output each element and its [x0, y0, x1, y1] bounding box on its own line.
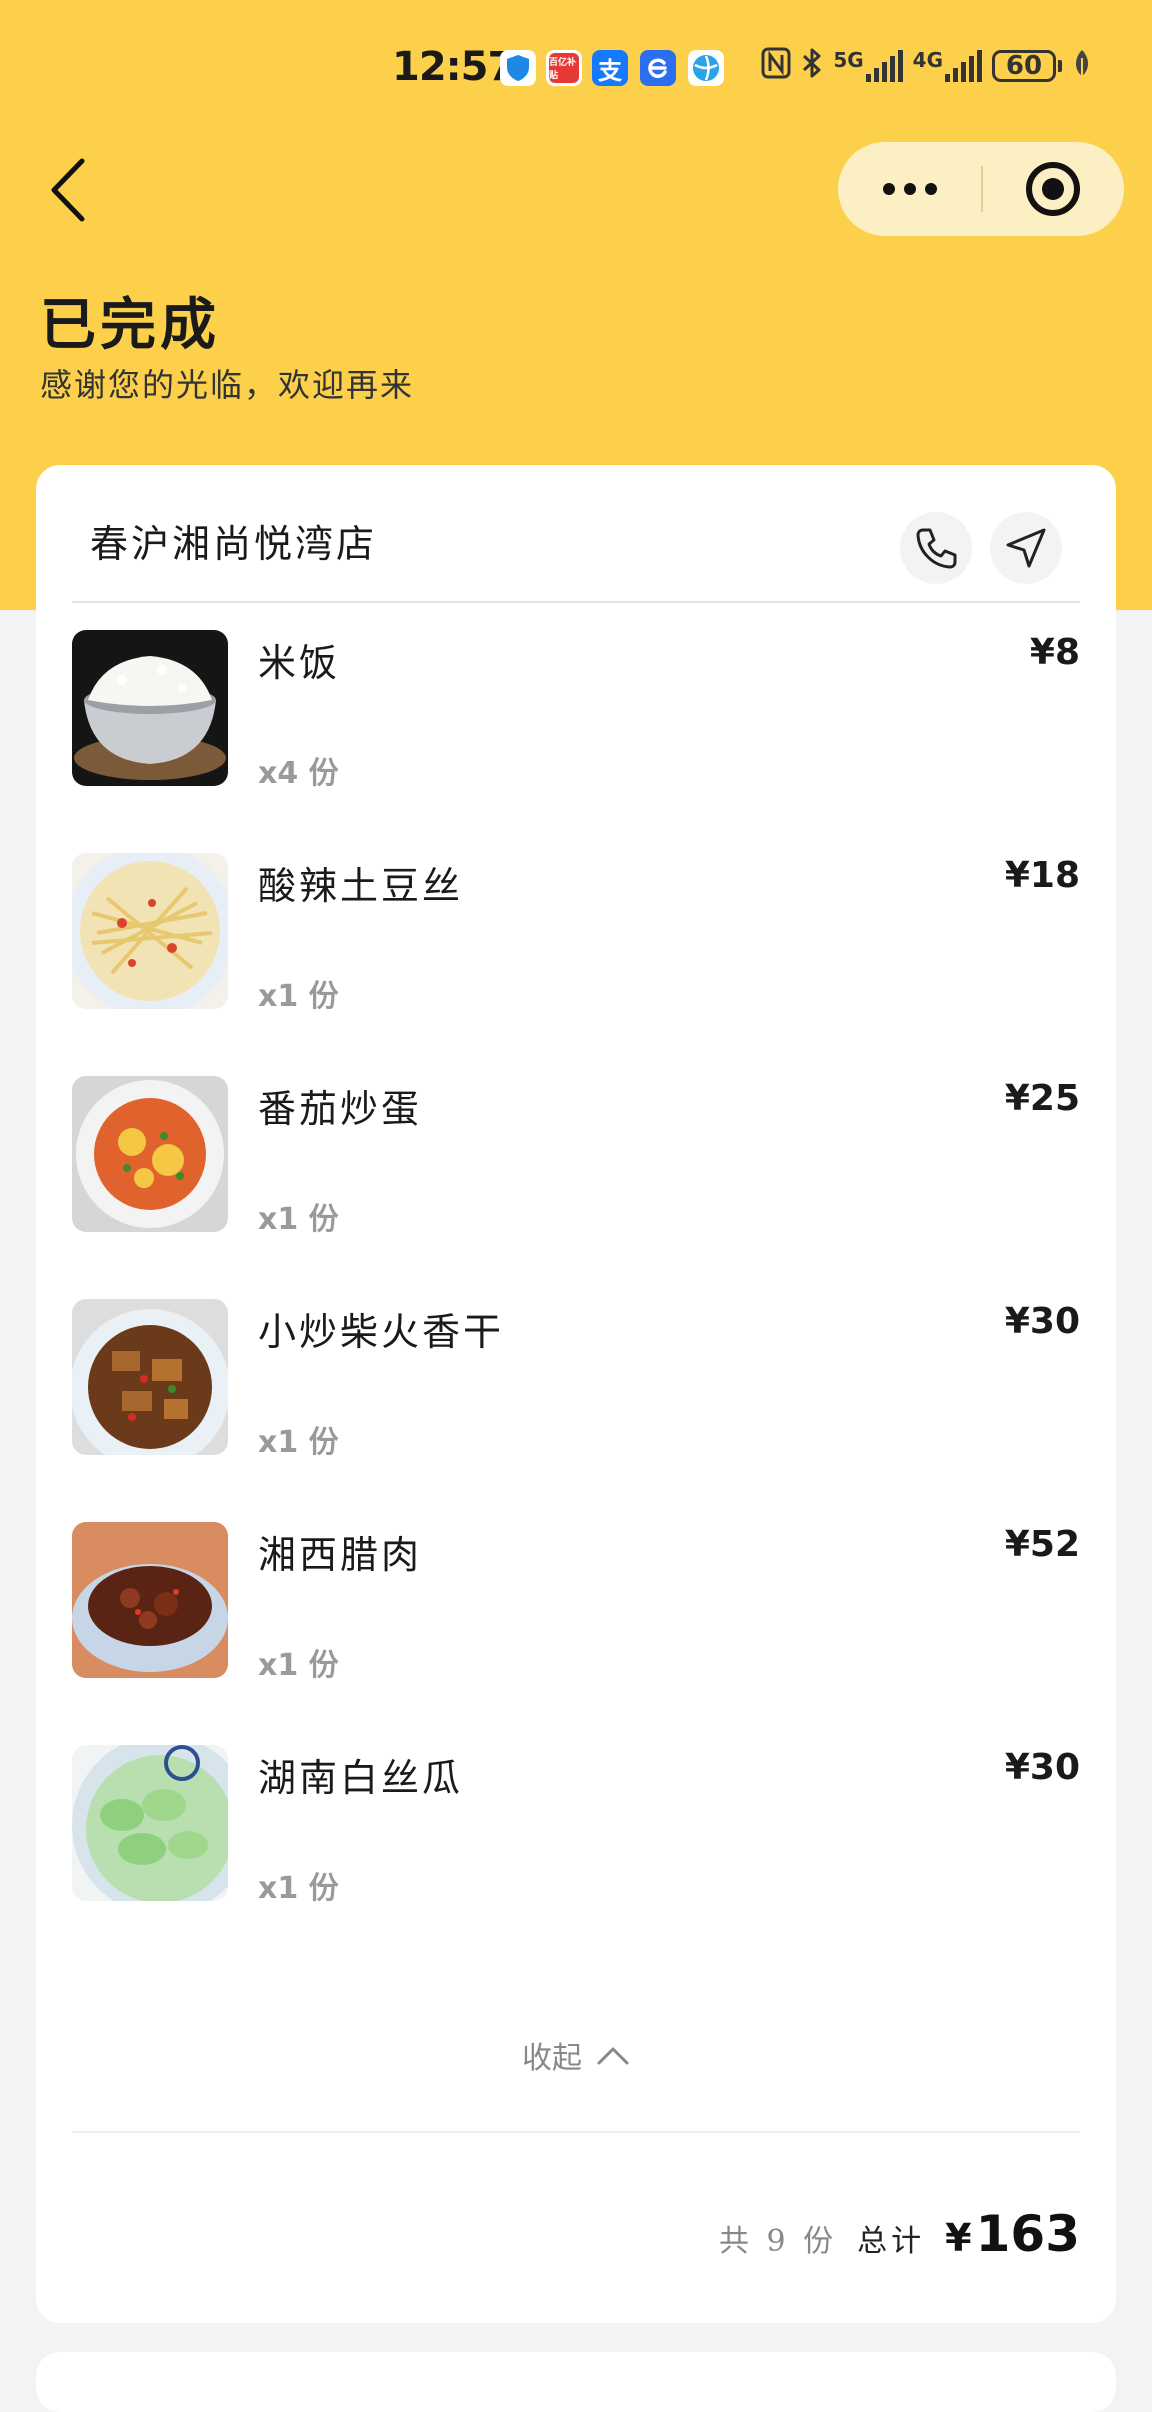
item-name: 湖南白丝瓜	[258, 1756, 464, 1800]
dried-tofu-thumbnail	[72, 1299, 228, 1455]
collapse-button[interactable]: 收起	[36, 2025, 1116, 2085]
taobao-app-icon: 百亿补贴	[546, 50, 582, 86]
rice-thumbnail	[72, 630, 228, 786]
status-indicators: 5G 4G 60	[761, 44, 1092, 88]
loofah-thumbnail	[72, 1745, 228, 1901]
order-card: 春沪湘尚悦湾店 米饭 x4 份 ¥8 酸辣土豆丝 x1 份 ¥18 番茄炒蛋 x…	[36, 465, 1116, 2323]
next-card	[36, 2352, 1116, 2412]
item-quantity: x1 份	[258, 1425, 339, 1460]
order-item[interactable]: 番茄炒蛋 x1 份 ¥25	[72, 1076, 1080, 1237]
call-store-button[interactable]	[900, 512, 972, 584]
total-value: 163	[975, 2205, 1080, 2263]
total-currency: ¥	[945, 2216, 972, 2260]
alipay-app-icon: 支	[592, 50, 628, 86]
more-button[interactable]	[838, 142, 981, 236]
order-item[interactable]: 米饭 x4 份 ¥8	[72, 630, 1080, 791]
taobao-app-icon-text: 百亿补贴	[549, 53, 579, 83]
tomato-egg-thumbnail	[72, 1076, 228, 1232]
order-status-title: 已完成	[40, 292, 220, 358]
total-amount: ¥163	[945, 2205, 1080, 2263]
status-bar: 12:57 百亿补贴 支 5G 4G 60	[0, 0, 1152, 140]
item-name: 小炒柴火香干	[258, 1310, 505, 1354]
summary-divider	[72, 2131, 1080, 2133]
item-price: ¥52	[1004, 1524, 1080, 1565]
leaf-icon	[1072, 48, 1092, 84]
status-time: 12:57	[392, 44, 515, 90]
signal-bars-icon	[865, 50, 903, 82]
cured-pork-thumbnail	[72, 1522, 228, 1678]
order-summary: 共 9 份 总计 ¥163	[719, 2205, 1080, 2263]
order-status-subtitle: 感谢您的光临，欢迎再来	[40, 366, 415, 404]
collapse-label: 收起	[522, 2041, 582, 2076]
order-item[interactable]: 酸辣土豆丝 x1 份 ¥18	[72, 853, 1080, 1014]
total-label: 总计	[857, 2224, 926, 2259]
phone-icon	[916, 528, 957, 569]
order-item[interactable]: 湘西腊肉 x1 份 ¥52	[72, 1522, 1080, 1683]
item-price: ¥18	[1004, 855, 1080, 896]
network-5g-label: 5G	[833, 48, 864, 72]
item-quantity: x1 份	[258, 1648, 339, 1683]
shield-app-icon	[500, 50, 536, 86]
item-quantity: x4 份	[258, 756, 339, 791]
miniprogram-capsule	[838, 142, 1124, 236]
battery-level: 60	[992, 50, 1056, 82]
store-name[interactable]: 春沪湘尚悦湾店	[90, 513, 377, 568]
chevron-left-icon	[51, 158, 85, 222]
item-quantity: x1 份	[258, 1202, 339, 1237]
nfc-icon	[761, 47, 791, 85]
item-quantity: x1 份	[258, 979, 339, 1014]
target-circle-icon	[1025, 162, 1080, 216]
order-item[interactable]: 湖南白丝瓜 x1 份 ¥30	[72, 1745, 1080, 1906]
item-name: 湘西腊肉	[258, 1533, 423, 1577]
item-price: ¥25	[1004, 1078, 1080, 1119]
item-name: 番茄炒蛋	[258, 1087, 423, 1131]
signal-4g: 4G	[913, 50, 982, 82]
item-price: ¥30	[1004, 1301, 1080, 1342]
item-name: 酸辣土豆丝	[258, 864, 464, 908]
order-item[interactable]: 小炒柴火香干 x1 份 ¥30	[72, 1299, 1080, 1460]
navigation-arrow-icon	[1006, 528, 1046, 568]
item-name: 米饭	[258, 641, 341, 685]
item-count: 共 9 份	[719, 2224, 838, 2259]
battery-icon: 60	[992, 50, 1062, 82]
network-4g-label: 4G	[912, 48, 943, 72]
chevron-up-icon	[597, 2047, 629, 2065]
globe-app-icon	[688, 50, 724, 86]
potato-thumbnail	[72, 853, 228, 1009]
item-price: ¥30	[1004, 1747, 1080, 1788]
signal-bars-icon	[945, 50, 982, 82]
card-divider	[72, 601, 1080, 603]
item-price: ¥8	[1029, 632, 1080, 673]
signal-5g: 5G	[833, 48, 903, 82]
bluetooth-icon	[801, 47, 823, 85]
close-miniprogram-button[interactable]	[981, 142, 1124, 236]
navigate-store-button[interactable]	[990, 512, 1062, 584]
back-button[interactable]	[44, 155, 94, 225]
more-dots-icon	[882, 183, 895, 195]
item-quantity: x1 份	[258, 1871, 339, 1906]
e-app-icon	[640, 50, 676, 86]
